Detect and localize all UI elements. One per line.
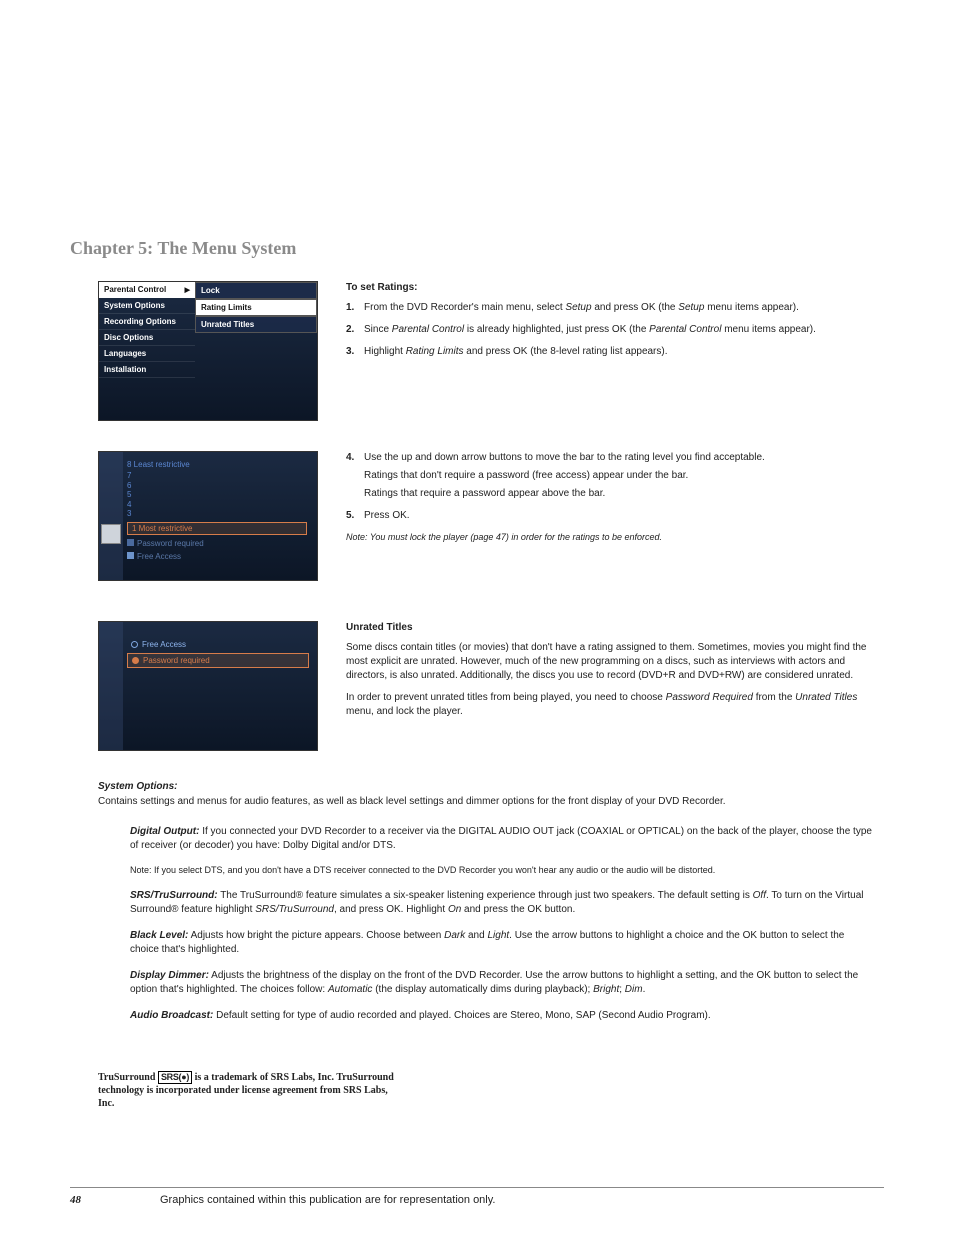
menu-screenshot: Parental Control▶ System Options Recordi… (98, 281, 318, 421)
rating-bar: 1 Most restrictive (127, 522, 307, 535)
menu-item: Installation (99, 362, 195, 378)
note-lock: Note: You must lock the player (page 47)… (346, 531, 884, 544)
system-options-head: System Options: (98, 781, 884, 792)
trademark-text: TruSurround SRS(●) is a trademark of SRS… (98, 1071, 398, 1111)
row-menu-steps: Parental Control▶ System Options Recordi… (98, 281, 884, 421)
step-1: 1. From the DVD Recorder's main menu, se… (346, 301, 884, 315)
unrated-opt-free: Free Access (127, 638, 309, 651)
steps-list-a: 1. From the DVD Recorder's main menu, se… (346, 301, 884, 359)
menu-item: Disc Options (99, 330, 195, 346)
menu-item: Languages (99, 346, 195, 362)
row-unrated: Free Access Password required Unrated Ti… (98, 621, 884, 751)
menu-item-parental: Parental Control▶ (99, 282, 195, 298)
menu-item: System Options (99, 298, 195, 314)
opt-digital-note: Note: If you select DTS, and you don't h… (130, 865, 876, 877)
legend-free: Free Access (127, 552, 307, 561)
opt-audio-broadcast: Audio Broadcast: Default setting for typ… (130, 1009, 876, 1023)
submenu-item: Rating Limits (195, 299, 317, 316)
page-footer: 48 Graphics contained within this public… (70, 1187, 884, 1206)
legend-password: Password required (127, 539, 307, 548)
submenu-item: Lock (195, 282, 317, 299)
opt-srs: SRS/TruSurround: The TruSurround® featur… (130, 889, 876, 917)
unrated-screenshot: Free Access Password required (98, 621, 318, 751)
menu-item: Recording Options (99, 314, 195, 330)
rating-screenshot: 8 Least restrictive 7 6 5 4 3 1 Most res… (98, 451, 318, 581)
to-set-ratings-head: To set Ratings: (346, 281, 884, 295)
unrated-head: Unrated Titles (346, 621, 884, 635)
opt-digital-output: Digital Output: If you connected your DV… (130, 825, 876, 853)
opt-black-level: Black Level: Adjusts how bright the pict… (130, 929, 876, 957)
footer-text: Graphics contained within this publicati… (160, 1194, 884, 1206)
unrated-p2: In order to prevent unrated titles from … (346, 691, 884, 719)
srs-logo-icon: SRS(●) (158, 1071, 192, 1085)
unrated-p1: Some discs contain titles (or movies) th… (346, 641, 884, 683)
row-rating-steps: 8 Least restrictive 7 6 5 4 3 1 Most res… (98, 451, 884, 581)
page-number: 48 (70, 1194, 160, 1206)
chevron-right-icon: ▶ (185, 286, 190, 294)
opt-display-dimmer: Display Dimmer: Adjusts the brightness o… (130, 969, 876, 997)
step-3: 3. Highlight Rating Limits and press OK … (346, 345, 884, 359)
slider-knob-icon (101, 524, 121, 544)
chapter-title: Chapter 5: The Menu System (70, 238, 884, 259)
submenu-item: Unrated Titles (195, 316, 317, 333)
step-4: 4. Use the up and down arrow buttons to … (346, 451, 884, 501)
step-5: 5. Press OK. (346, 509, 884, 523)
rating-top-label: 8 Least restrictive (127, 460, 307, 469)
system-options-intro: Contains settings and menus for audio fe… (98, 796, 884, 807)
step-2: 2. Since Parental Control is already hig… (346, 323, 884, 337)
steps-list-b: 4. Use the up and down arrow buttons to … (346, 451, 884, 523)
unrated-opt-password: Password required (127, 653, 309, 668)
